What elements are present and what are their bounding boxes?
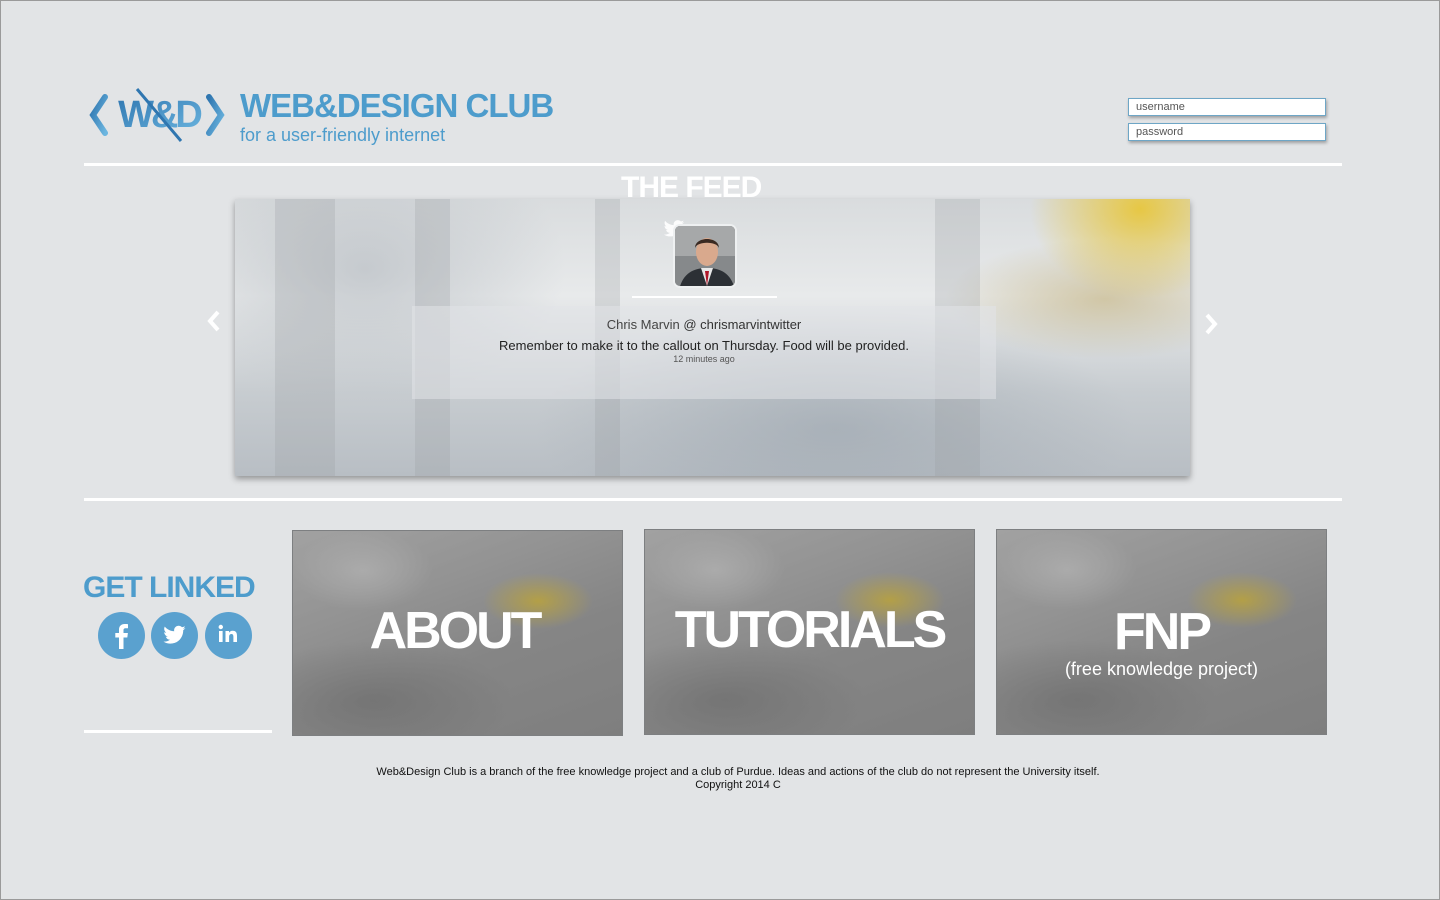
- about-tile[interactable]: ABOUT: [292, 530, 623, 736]
- login-form: [1128, 98, 1328, 148]
- facebook-icon[interactable]: [98, 612, 145, 659]
- tutorials-tile[interactable]: TUTORIALS: [644, 529, 975, 735]
- footer-disclaimer: Web&Design Club is a branch of the free …: [376, 766, 1100, 778]
- social-divider: [84, 730, 272, 733]
- feed-carousel: Chris Marvin @ chrismarvintwitter Rememb…: [235, 199, 1190, 476]
- header-divider: [84, 163, 1342, 166]
- twitter-icon[interactable]: [151, 612, 198, 659]
- linkedin-icon[interactable]: [205, 612, 252, 659]
- wd-logo-icon[interactable]: W&D: [89, 83, 229, 147]
- about-tile-title: ABOUT: [369, 602, 543, 660]
- footer: Web&Design Club is a branch of the free …: [1, 766, 1440, 792]
- fnp-tile[interactable]: FNP (free knowledge project): [996, 529, 1327, 735]
- tweet-author-line: Chris Marvin @ chrismarvintwitter: [412, 317, 996, 332]
- avatar-divider: [632, 296, 777, 298]
- chevron-left-icon[interactable]: [205, 309, 223, 333]
- password-field[interactable]: [1128, 123, 1326, 141]
- chevron-right-icon[interactable]: [1202, 312, 1220, 336]
- tweet-text: Remember to make it to the callout on Th…: [499, 338, 909, 353]
- get-linked-title: GET LINKED: [83, 571, 256, 604]
- tutorials-tile-title: TUTORIALS: [674, 601, 948, 659]
- site-title-block: WEB&DESIGN CLUB for a user-friendly inte…: [240, 87, 554, 145]
- feed-title: THE FEED: [621, 171, 762, 204]
- fnp-tile-subtitle: (free knowledge project): [1064, 659, 1259, 679]
- tweet-card: Chris Marvin @ chrismarvintwitter Rememb…: [412, 306, 996, 399]
- tweet-timestamp: 12 minutes ago: [673, 354, 735, 364]
- username-field[interactable]: [1128, 98, 1326, 116]
- tweet-handle[interactable]: @ chrismarvintwitter: [683, 317, 801, 332]
- feed-divider: [84, 498, 1342, 501]
- avatar[interactable]: [673, 224, 737, 288]
- site-tagline: for a user-friendly internet: [240, 125, 446, 145]
- site-name: WEB&DESIGN CLUB: [240, 87, 554, 124]
- tweet-author[interactable]: Chris Marvin: [607, 317, 680, 332]
- footer-copyright: Copyright 2014 C: [695, 779, 781, 791]
- fnp-tile-title: FNP: [1114, 603, 1212, 661]
